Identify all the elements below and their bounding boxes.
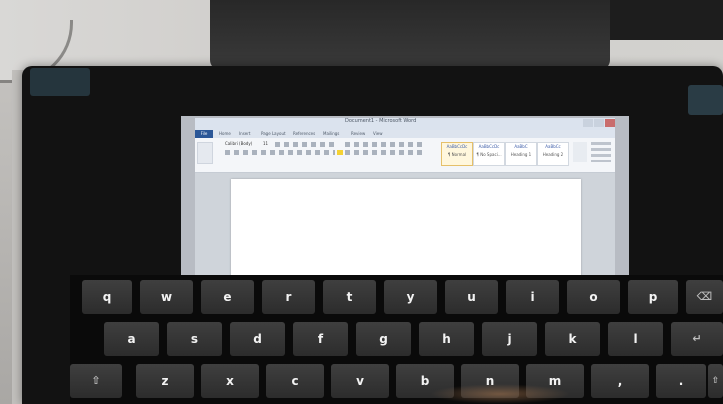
key-c[interactable]: c: [266, 364, 324, 398]
tab-insert[interactable]: Insert: [239, 131, 250, 136]
key-comma[interactable]: ,: [591, 364, 649, 398]
font-size-box[interactable]: 11: [263, 141, 268, 146]
style-heading-2[interactable]: AaBbCc Heading 2: [537, 142, 569, 166]
key-d[interactable]: d: [230, 322, 285, 356]
shift-right-icon[interactable]: ⇧: [708, 364, 723, 398]
tab-home[interactable]: Home: [219, 131, 231, 136]
key-u[interactable]: u: [445, 280, 498, 314]
key-period[interactable]: .: [656, 364, 706, 398]
key-s[interactable]: s: [167, 322, 222, 356]
title-bar: Document1 - Microsoft Word: [195, 118, 615, 130]
key-t[interactable]: t: [323, 280, 376, 314]
onscreen-keyboard: q w e r t y u i o p ⌫ a s d f g h j k l …: [70, 275, 723, 404]
tab-references[interactable]: References: [293, 131, 315, 136]
tab-page-layout[interactable]: Page Layout: [261, 131, 286, 136]
document-page[interactable]: [231, 179, 581, 288]
tab-file[interactable]: File: [195, 130, 213, 138]
key-x[interactable]: x: [201, 364, 259, 398]
font-tools[interactable]: [275, 142, 335, 147]
key-f[interactable]: f: [293, 322, 348, 356]
key-k[interactable]: k: [545, 322, 600, 356]
style-name: Heading 2: [542, 152, 564, 157]
style-preview: AaBbCc: [545, 144, 561, 149]
key-w[interactable]: w: [140, 280, 193, 314]
highlight-icon[interactable]: [337, 150, 343, 155]
key-i[interactable]: i: [506, 280, 559, 314]
key-a[interactable]: a: [104, 322, 159, 356]
tape-left: [30, 68, 90, 96]
style-name: ¶ Normal: [447, 152, 467, 157]
word-window: Document1 - Microsoft Word File Home Ins…: [181, 116, 629, 288]
style-normal[interactable]: AaBbCcDc ¶ Normal: [441, 142, 473, 166]
editing-tools[interactable]: [591, 142, 611, 162]
key-y[interactable]: y: [384, 280, 437, 314]
key-g[interactable]: g: [356, 322, 411, 356]
enter-icon[interactable]: ↵: [671, 322, 723, 356]
alignment-tools[interactable]: [345, 150, 425, 155]
tape-right: [688, 85, 723, 115]
format-tools[interactable]: [225, 150, 335, 155]
maximize-icon[interactable]: [594, 119, 604, 127]
style-no-spacing[interactable]: AaBbCcDc ¶ No Spaci...: [473, 142, 505, 166]
paragraph-tools[interactable]: [345, 142, 425, 147]
finger-glare: [430, 384, 570, 404]
key-r[interactable]: r: [262, 280, 315, 314]
shift-icon[interactable]: ⇧: [70, 364, 122, 398]
style-heading-1[interactable]: AaBbC Heading 1: [505, 142, 537, 166]
photo-background: Document1 - Microsoft Word File Home Ins…: [0, 0, 723, 404]
close-icon[interactable]: [605, 119, 615, 127]
ribbon-tabs: File Home Insert Page Layout References …: [195, 130, 615, 138]
style-preview: AaBbCcDc: [446, 144, 468, 149]
font-name-box[interactable]: Calibri (Body): [225, 141, 252, 146]
ribbon: Calibri (Body) 11 AaBbCcDc ¶ Normal AaBb…: [195, 138, 615, 173]
tab-review[interactable]: Review: [351, 131, 365, 136]
change-styles-icon[interactable]: [573, 142, 587, 162]
tab-mailings[interactable]: Mailings: [323, 131, 339, 136]
paste-icon[interactable]: [197, 142, 213, 164]
dark-object-right: [610, 0, 723, 40]
key-v[interactable]: v: [331, 364, 389, 398]
backspace-icon[interactable]: ⌫: [686, 280, 723, 314]
key-h[interactable]: h: [419, 322, 474, 356]
window-title: Document1 - Microsoft Word: [345, 118, 417, 124]
document-area: [195, 173, 615, 288]
style-name: Heading 1: [510, 152, 532, 157]
key-l[interactable]: l: [608, 322, 663, 356]
style-preview: AaBbCcDc: [478, 144, 500, 149]
key-o[interactable]: o: [567, 280, 620, 314]
key-z[interactable]: z: [136, 364, 194, 398]
key-j[interactable]: j: [482, 322, 537, 356]
key-p[interactable]: p: [628, 280, 678, 314]
style-preview: AaBbC: [514, 144, 528, 149]
key-q[interactable]: q: [82, 280, 132, 314]
dark-object: [210, 0, 610, 70]
minimize-icon[interactable]: [583, 119, 593, 127]
key-e[interactable]: e: [201, 280, 254, 314]
style-name: ¶ No Spaci...: [476, 152, 502, 157]
tab-view[interactable]: View: [373, 131, 383, 136]
